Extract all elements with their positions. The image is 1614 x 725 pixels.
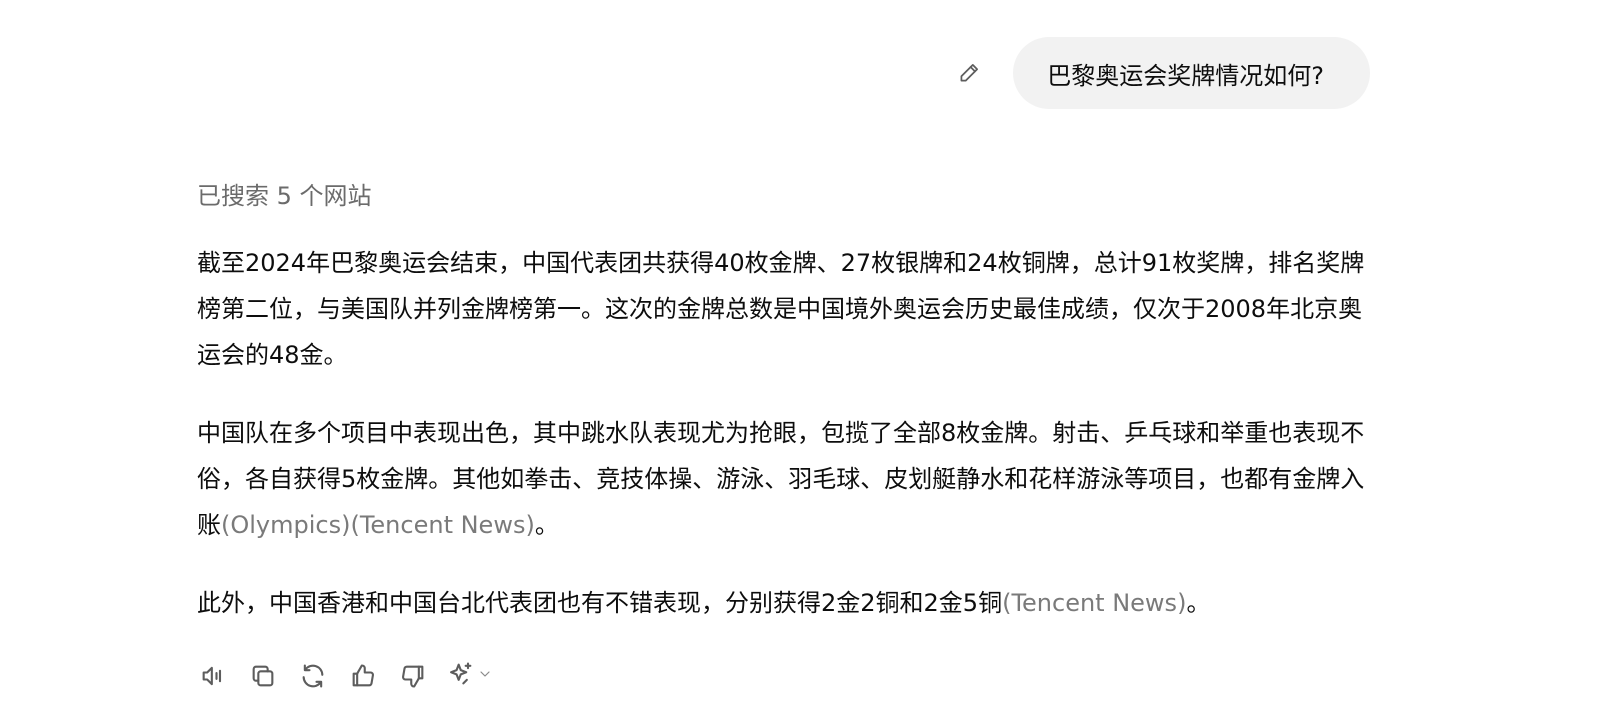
user-message-row: 巴黎奥运会奖牌情况如何? — [949, 37, 1370, 109]
pencil-icon — [960, 64, 979, 82]
response-paragraph-3: 此外，中国香港和中国台北代表团也有不错表现，分别获得2金2铜和2金5铜(Tenc… — [197, 580, 1372, 626]
response-paragraph-1: 截至2024年巴黎奥运会结束，中国代表团共获得40枚金牌、27枚银牌和24枚铜牌… — [197, 240, 1372, 378]
regenerate-icon — [302, 664, 324, 688]
paragraph-tail: 。 — [534, 511, 559, 539]
citation-link-tencent-news[interactable]: (Tencent News) — [1002, 589, 1186, 617]
paragraph-text: 此外，中国香港和中国台北代表团也有不错表现，分别获得2金2铜和2金5铜 — [197, 589, 1003, 617]
sparkle-icon — [447, 660, 475, 692]
speaker-icon — [202, 666, 222, 686]
chat-page: 巴黎奥运会奖牌情况如何? 已搜索 5 个网站 截至2024年巴黎奥运会结束，中国… — [0, 0, 1614, 725]
chevron-down-icon — [477, 666, 493, 686]
paragraph-text: 截至2024年巴黎奥运会结束，中国代表团共获得40枚金牌、27枚银牌和24枚铜牌… — [197, 249, 1365, 369]
copy-icon — [252, 665, 274, 687]
bad-response-button[interactable] — [397, 658, 429, 694]
user-message-text: 巴黎奥运会奖牌情况如何? — [1047, 61, 1324, 90]
regenerate-button[interactable] — [297, 658, 329, 694]
thumbs-down-icon — [402, 665, 424, 688]
assistant-message: 已搜索 5 个网站 截至2024年巴黎奥运会结束，中国代表团共获得40枚金牌、2… — [197, 176, 1372, 658]
edit-message-button[interactable] — [949, 53, 989, 93]
read-aloud-button[interactable] — [197, 658, 229, 694]
citation-link-tencent-news[interactable]: (Tencent News) — [350, 511, 534, 539]
search-status[interactable]: 已搜索 5 个网站 — [197, 176, 372, 216]
paragraph-tail: 。 — [1186, 589, 1211, 617]
thumbs-up-icon — [352, 664, 374, 687]
response-paragraph-2: 中国队在多个项目中表现出色，其中跳水队表现尤为抢眼，包揽了全部8枚金牌。射击、乒… — [197, 410, 1372, 548]
citation-link-olympics[interactable]: (Olympics) — [221, 511, 350, 539]
message-action-bar — [197, 658, 493, 694]
copy-button[interactable] — [247, 658, 279, 694]
user-message-bubble: 巴黎奥运会奖牌情况如何? — [1013, 37, 1370, 109]
good-response-button[interactable] — [347, 658, 379, 694]
switch-model-button[interactable] — [447, 658, 493, 694]
